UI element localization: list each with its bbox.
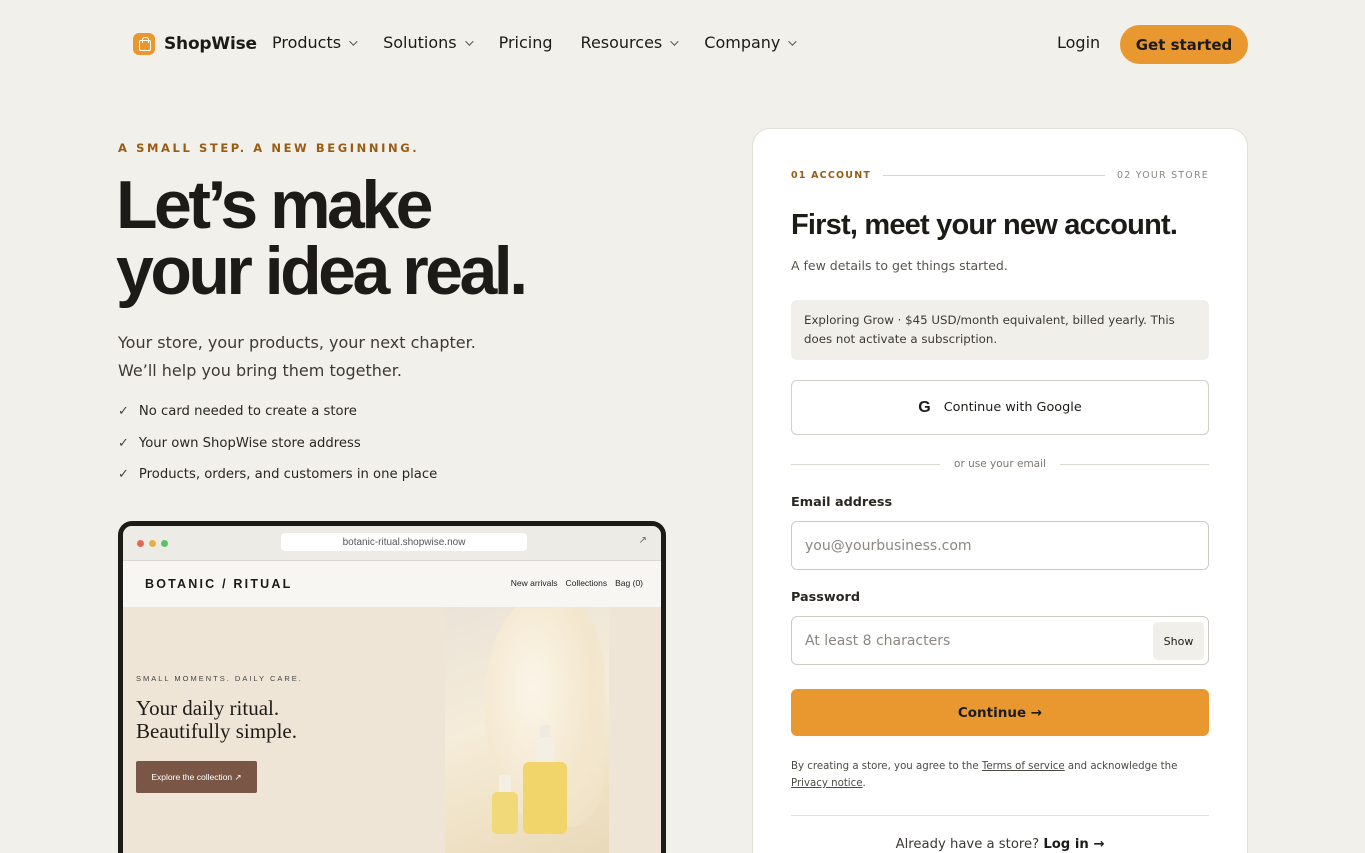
close-dot-icon: [137, 540, 144, 547]
chevron-down-icon: [349, 36, 358, 46]
password-label: Password: [791, 590, 860, 605]
chevron-down-icon: [670, 36, 679, 46]
legal-prefix: By creating a store, you agree to the: [791, 761, 982, 772]
signup-card: 01 ACCOUNT 02 YOUR STORE First, meet you…: [752, 128, 1248, 853]
step-divider: [883, 174, 1106, 176]
mock-link: Bag (0): [615, 578, 643, 588]
maximize-dot-icon: [161, 540, 168, 547]
email-label: Email address: [791, 495, 893, 510]
checkmark-icon: ✓: [118, 435, 129, 451]
nav-item-products[interactable]: Products: [272, 33, 358, 52]
nav-item-company[interactable]: Company: [704, 33, 798, 52]
mock-kicker: SMALL MOMENTS. DAILY CARE.: [136, 674, 303, 683]
or-divider: or use your email: [791, 458, 1209, 470]
nav-item-label: Company: [704, 33, 781, 52]
card-divider: [791, 815, 1209, 816]
plan-notice: Exploring Grow · $45 USD/month equivalen…: [791, 300, 1209, 360]
bottle-neck: [499, 775, 511, 793]
step-indicator: 01 ACCOUNT 02 YOUR STORE: [791, 169, 1209, 181]
mock-explore-button: Explore the collection ↗: [136, 761, 257, 793]
nav-item-label: Solutions: [383, 33, 457, 52]
divider-text: or use your email: [954, 458, 1046, 470]
checkmark-icon: ✓: [118, 404, 129, 419]
serum-bottle: [523, 762, 567, 834]
step-account: 01 ACCOUNT: [791, 169, 872, 181]
form-title: First, meet your new account.: [791, 209, 1178, 241]
hero-subtitle-line: We’ll help you bring them together.: [118, 361, 402, 380]
nav-menu: Products Solutions Pricing Resources Com…: [272, 33, 822, 52]
divider-line: [1059, 463, 1209, 465]
already-text: Already have a store?: [895, 837, 1044, 852]
top-nav: ShopWise Products Solutions Pricing Reso…: [0, 0, 1365, 88]
mock-title-line: Beautifully simple.: [136, 719, 297, 743]
brand-name: ShopWise: [164, 34, 257, 54]
mock-store-nav: BOTANIC / RITUAL New arrivals Collection…: [123, 561, 661, 607]
browser-url: botanic-ritual.shopwise.now: [281, 533, 527, 551]
list-item: ✓ Your own ShopWise store address: [118, 436, 437, 468]
nav-item-solutions[interactable]: Solutions: [383, 33, 474, 52]
mock-store-brand: BOTANIC / RITUAL: [145, 577, 293, 591]
google-icon: G: [918, 398, 931, 416]
chevron-down-icon: [464, 36, 474, 46]
shopping-bag-icon: [133, 33, 155, 55]
login-link[interactable]: Login: [1057, 33, 1100, 52]
continue-button[interactable]: Continue →: [791, 689, 1209, 736]
nav-item-pricing[interactable]: Pricing: [499, 33, 553, 52]
minimize-dot-icon: [149, 540, 156, 547]
nav-item-label: Pricing: [498, 33, 553, 52]
mock-store-hero: SMALL MOMENTS. DAILY CARE. Your daily ri…: [123, 607, 661, 853]
mock-title-line: Your daily ritual.: [136, 696, 280, 720]
legal-text: By creating a store, you agree to the Te…: [791, 758, 1209, 792]
list-item: ✓ Products, orders, and customers in one …: [118, 467, 437, 499]
show-password-button[interactable]: Show: [1153, 622, 1204, 660]
mock-store-links: New arrivals Collections Bag (0): [511, 578, 643, 588]
nav-item-label: Products: [272, 33, 342, 52]
bottle-neck: [536, 737, 554, 763]
list-item: ✓ No card needed to create a store: [118, 404, 437, 436]
mock-link: New arrivals: [510, 578, 558, 588]
hero-title: Let’s make your idea real.: [116, 171, 676, 305]
product-photo: [445, 607, 609, 853]
logo[interactable]: ShopWise: [133, 33, 257, 55]
small-serum-bottle: [492, 792, 518, 834]
hero-subtitle: Your store, your products, your next cha…: [118, 329, 558, 385]
external-link-icon: ↗: [638, 535, 647, 546]
form-subtitle: A few details to get things started.: [791, 258, 1008, 273]
existing-store-prompt: Already have a store? Log in →: [791, 837, 1209, 852]
nav-item-label: Resources: [580, 33, 663, 52]
hero-title-line: your idea real.: [116, 233, 528, 309]
store-preview-mockup: botanic-ritual.shopwise.now ↗ BOTANIC / …: [118, 521, 666, 853]
legal-middle: and acknowledge the: [1064, 761, 1178, 772]
step-your-store: 02 YOUR STORE: [1117, 169, 1209, 181]
hero-subtitle-line: Your store, your products, your next cha…: [118, 333, 476, 352]
password-field[interactable]: [791, 616, 1209, 665]
divider-line: [791, 463, 941, 465]
legal-suffix: .: [862, 778, 866, 789]
terms-link[interactable]: Terms of service: [982, 761, 1065, 772]
browser-bar: botanic-ritual.shopwise.now ↗: [123, 526, 661, 561]
feature-text: Your own ShopWise store address: [138, 435, 361, 451]
feature-checklist: ✓ No card needed to create a store ✓ Your …: [118, 404, 437, 499]
mock-link: Collections: [565, 578, 608, 588]
mock-title: Your daily ritual. Beautifully simple.: [136, 697, 436, 743]
hero-title-line: Let’s make: [116, 167, 434, 243]
privacy-link[interactable]: Privacy notice: [791, 778, 863, 789]
nav-item-resources[interactable]: Resources: [580, 33, 679, 52]
log-in-link[interactable]: Log in →: [1043, 837, 1104, 852]
hero-eyebrow: A SMALL STEP. A NEW BEGINNING.: [118, 141, 420, 155]
get-started-button[interactable]: Get started: [1120, 25, 1248, 64]
continue-with-google-button[interactable]: G Continue with Google: [791, 380, 1209, 435]
email-field[interactable]: [791, 521, 1209, 570]
feature-text: Products, orders, and customers in one p…: [138, 467, 438, 482]
google-button-label: Continue with Google: [943, 400, 1082, 415]
chevron-down-icon: [788, 36, 798, 46]
feature-text: No card needed to create a store: [138, 404, 357, 419]
checkmark-icon: ✓: [118, 467, 129, 482]
